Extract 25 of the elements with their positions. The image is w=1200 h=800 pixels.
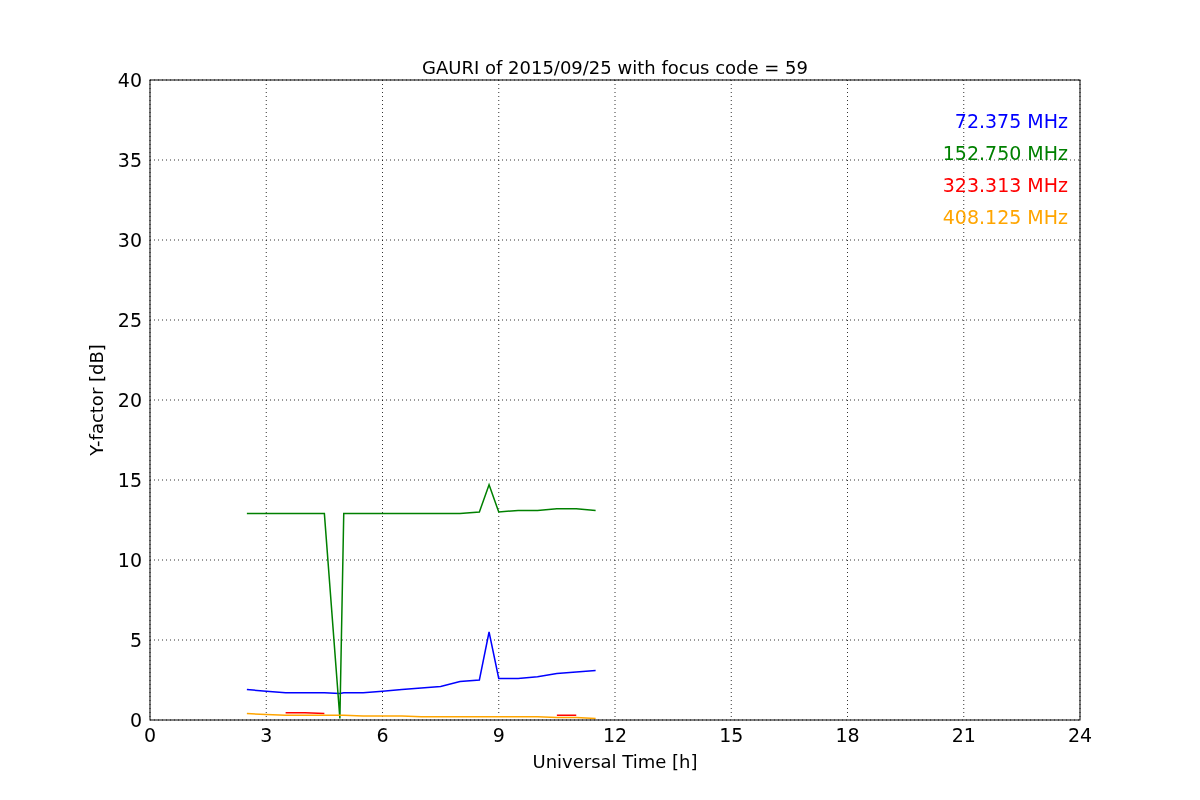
y-tick-label: 40 [117,69,142,91]
chart-title: GAURI of 2015/09/25 with focus code = 59 [422,57,808,78]
x-tick-label: 9 [492,724,505,746]
legend-label: 323.313 MHz [942,174,1068,196]
x-axis-label: Universal Time [h] [532,751,698,772]
y-tick-label: 20 [117,389,142,411]
legend-label: 152.750 MHz [942,142,1068,164]
y-axis-label: Y-factor [dB] [86,344,107,456]
x-tick-label: 12 [602,724,628,746]
x-tick-label: 3 [260,724,273,746]
legend-label: 72.375 MHz [954,110,1068,132]
x-tick-label: 15 [719,724,744,746]
y-tick-label: 5 [129,629,142,651]
x-tick-label: 21 [951,724,976,746]
y-tick-label: 30 [117,229,142,251]
y-tick-label: 0 [129,709,142,731]
x-tick-label: 24 [1067,724,1093,746]
y-tick-label: 25 [117,309,142,331]
legend-label: 408.125 MHz [942,206,1068,228]
y-tick-label: 10 [117,549,142,571]
y-tick-label: 15 [117,469,142,491]
y-tick-label: 35 [117,149,142,171]
x-tick-label: 0 [143,724,157,746]
x-tick-label: 6 [376,724,389,746]
x-tick-label: 18 [835,724,860,746]
